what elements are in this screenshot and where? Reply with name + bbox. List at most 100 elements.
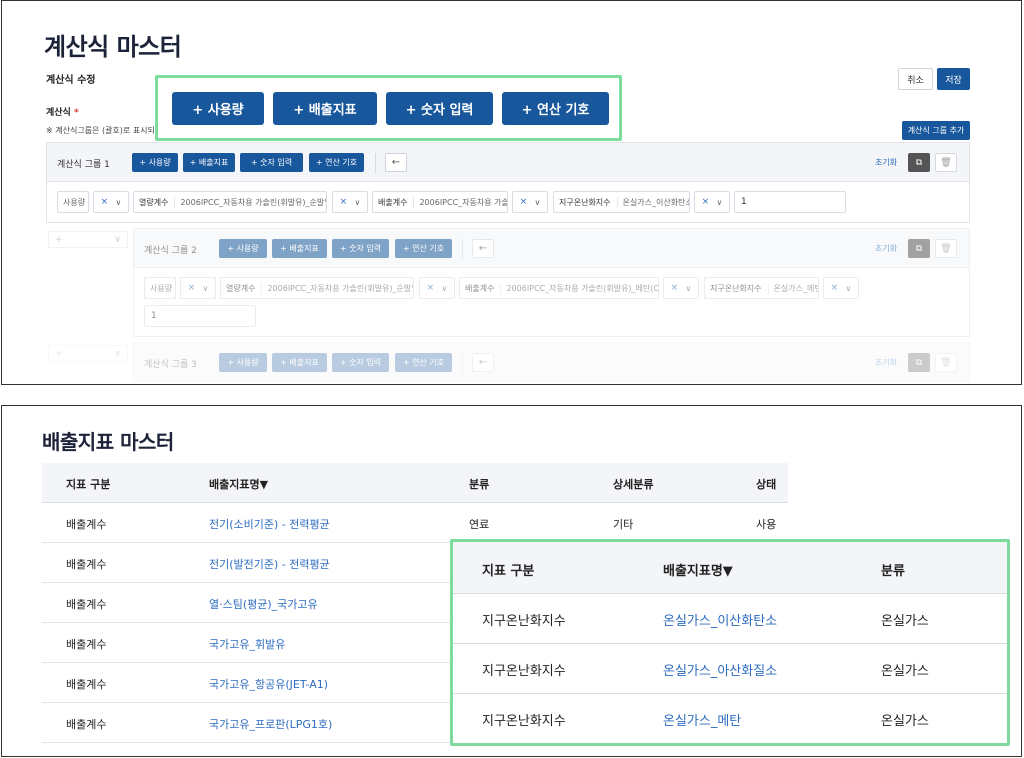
zoom-add-number-button[interactable]: + 숫자 입력 — [386, 92, 493, 125]
cell-name-link[interactable]: 온실가스_메탄 — [663, 710, 741, 729]
cancel-button[interactable]: 취소 — [898, 68, 933, 90]
group-2-add-emission-button[interactable]: + 배출지표 — [272, 239, 327, 258]
group-2-body: 사용량 × ∨ 열량계수 2006IPCC_자동차용 가솔린(휘발유)_순발열량 ×… — [133, 268, 970, 337]
group-2-add-usage-button[interactable]: + 사용량 — [219, 239, 267, 258]
clear-x-icon[interactable]: × — [427, 283, 435, 293]
col-detail: 상세분류 — [613, 478, 654, 491]
clear-select[interactable]: × ∨ — [823, 277, 859, 299]
copy-icon[interactable]: ⧉ — [908, 239, 930, 258]
group-1-add-operator-button[interactable]: + 연산 기호 — [309, 153, 364, 172]
cell-type: 배출계수 — [66, 678, 107, 691]
callout-row: 지구온난화지수 온실가스_아산화질소 온실가스 — [453, 644, 1007, 694]
group-hint-text: ※ 계산식그룹은 (괄호)로 표시되 — [46, 126, 155, 135]
group-3-add-operator-button[interactable]: + 연산 기호 — [395, 353, 452, 372]
clear-select[interactable]: × ∨ — [419, 277, 455, 299]
callout-col-category: 분류 — [881, 564, 905, 579]
group-3-add-usage-button[interactable]: + 사용량 — [219, 353, 267, 372]
group-1-reset-link[interactable]: 초기화 — [875, 157, 897, 168]
cell-name-link[interactable]: 국가고유_휘발유 — [209, 636, 285, 652]
gwp-chip[interactable]: 지구온난화지수 온실가스_이산화탄소 — [553, 191, 690, 213]
number-input[interactable]: 1 — [144, 305, 256, 327]
col-name-sortable[interactable]: 배출지표명▼ — [209, 476, 268, 492]
clear-select[interactable]: × ∨ — [694, 191, 730, 213]
group-3-add-number-button[interactable]: + 숫자 입력 — [332, 353, 389, 372]
callout-col-name-sortable[interactable]: 배출지표명▼ — [663, 560, 733, 579]
clear-select[interactable]: × ∨ — [93, 191, 129, 213]
chevron-down-icon: ∨ — [685, 283, 692, 293]
trash-icon[interactable]: 🗑 — [935, 239, 957, 258]
cell-name-link[interactable]: 국가고유_항공유(JET-A1) — [209, 676, 328, 692]
cell-name-link[interactable]: 전기(발전기준) - 전력평균 — [209, 556, 330, 572]
chevron-down-icon: ∨ — [202, 283, 209, 293]
clear-x-icon[interactable]: × — [702, 197, 710, 207]
back-arrow-icon[interactable]: ← — [472, 353, 494, 372]
clear-x-icon[interactable]: × — [101, 197, 109, 207]
cell-name-link[interactable]: 국가고유_프로판(LPG1호) — [209, 716, 332, 732]
clear-x-icon[interactable]: × — [188, 283, 196, 293]
clear-select[interactable]: × ∨ — [180, 277, 216, 299]
clear-select[interactable]: × ∨ — [512, 191, 548, 213]
buttons-zoom-callout: + 사용량 + 배출지표 + 숫자 입력 + 연산 기호 — [155, 75, 622, 141]
group-3-add-emission-button[interactable]: + 배출지표 — [272, 353, 327, 372]
cell-name-link[interactable]: 온실가스_이산화탄소 — [663, 610, 777, 629]
trash-icon[interactable]: 🗑 — [935, 353, 957, 372]
clear-x-icon[interactable]: × — [520, 197, 528, 207]
emission-coef-chip[interactable]: 배출계수 2006IPCC_자동차용 가솔린 — [372, 191, 508, 213]
divider — [375, 153, 376, 173]
cell-category: 연료 — [469, 518, 490, 531]
trash-icon[interactable]: 🗑 — [935, 153, 957, 172]
group-1-add-emission-button[interactable]: + 배출지표 — [183, 153, 235, 172]
zoom-add-usage-button[interactable]: + 사용량 — [172, 92, 264, 125]
cell-type: 지구온난화지수 — [482, 714, 566, 729]
group-1-name: 계산식 그룹 1 — [57, 160, 110, 170]
save-button[interactable]: 저장 — [937, 68, 970, 90]
heat-coef-chip[interactable]: 열량계수 2006IPCC_자동차용 가솔린(휘발유)_순발열량 — [220, 277, 414, 299]
group-1-add-number-button[interactable]: + 숫자 입력 — [240, 153, 303, 172]
gwp-zoom-callout: 지표 구분 배출지표명▼ 분류 지구온난화지수 온실가스_이산화탄소 온실가스 … — [450, 539, 1010, 746]
emission-master-title: 배출지표 마스터 — [42, 430, 174, 454]
table-header: 지표 구분 배출지표명▼ 분류 상세분류 상태 — [42, 463, 788, 503]
copy-icon[interactable]: ⧉ — [908, 353, 930, 372]
group-1-header: 계산식 그룹 1 + 사용량 + 배출지표 + 숫자 입력 + 연산 기호 ← … — [46, 142, 970, 182]
group-3-reset-link[interactable]: 초기화 — [875, 357, 897, 368]
group-3-name: 계산식 그룹 3 — [144, 360, 197, 370]
cell-category: 온실가스 — [881, 664, 929, 679]
group-2-reset-link[interactable]: 초기화 — [875, 243, 897, 254]
clear-select[interactable]: × ∨ — [663, 277, 699, 299]
operator-select[interactable]: + ∨ — [48, 345, 128, 362]
divider — [462, 239, 463, 259]
cell-status: 사용 — [756, 518, 777, 531]
clear-x-icon[interactable]: × — [671, 283, 679, 293]
chevron-down-icon: ∨ — [845, 283, 852, 293]
back-arrow-icon[interactable]: ← — [385, 153, 407, 172]
usage-chip[interactable]: 사용량 — [144, 277, 176, 299]
chevron-down-icon: ∨ — [354, 197, 361, 207]
callout-row: 지구온난화지수 온실가스_이산화탄소 온실가스 — [453, 594, 1007, 644]
cell-name-link[interactable]: 전기(소비기준) - 전력평균 — [209, 516, 330, 532]
group-2-add-number-button[interactable]: + 숫자 입력 — [332, 239, 389, 258]
usage-chip[interactable]: 사용량 — [57, 191, 89, 213]
heat-coef-chip[interactable]: 열량계수 2006IPCC_자동차용 가솔린(휘발유)_순발열량 — [133, 191, 327, 213]
zoom-add-emission-button[interactable]: + 배출지표 — [273, 92, 377, 125]
group-1-add-usage-button[interactable]: + 사용량 — [132, 153, 178, 172]
cell-name-link[interactable]: 온실가스_아산화질소 — [663, 660, 777, 679]
chevron-down-icon: ∨ — [716, 197, 723, 207]
chevron-down-icon: ∨ — [441, 283, 448, 293]
operator-select[interactable]: + ∨ — [48, 231, 128, 248]
group-2-add-operator-button[interactable]: + 연산 기호 — [395, 239, 452, 258]
cell-name-link[interactable]: 열·스팀(평균)_국가고유 — [209, 596, 318, 612]
clear-x-icon[interactable]: × — [340, 197, 348, 207]
emission-coef-chip[interactable]: 배출계수 2006IPCC_자동차용 가솔린(휘발유)_메탄(CH4) — [459, 277, 659, 299]
cell-category: 온실가스 — [881, 714, 929, 729]
cell-type: 배출계수 — [66, 638, 107, 651]
chevron-down-icon: ∨ — [114, 234, 121, 245]
number-input[interactable]: 1 — [734, 191, 846, 213]
back-arrow-icon[interactable]: ← — [472, 239, 494, 258]
clear-select[interactable]: × ∨ — [332, 191, 368, 213]
formula-field-label: 계산식 * — [46, 108, 79, 118]
gwp-chip[interactable]: 지구온난화지수 온실가스_메탄 — [704, 277, 819, 299]
clear-x-icon[interactable]: × — [831, 283, 839, 293]
add-group-button[interactable]: 계산식 그룹 추가 — [902, 121, 970, 140]
copy-icon[interactable]: ⧉ — [908, 153, 930, 172]
zoom-add-operator-button[interactable]: + 연산 기호 — [502, 92, 609, 125]
